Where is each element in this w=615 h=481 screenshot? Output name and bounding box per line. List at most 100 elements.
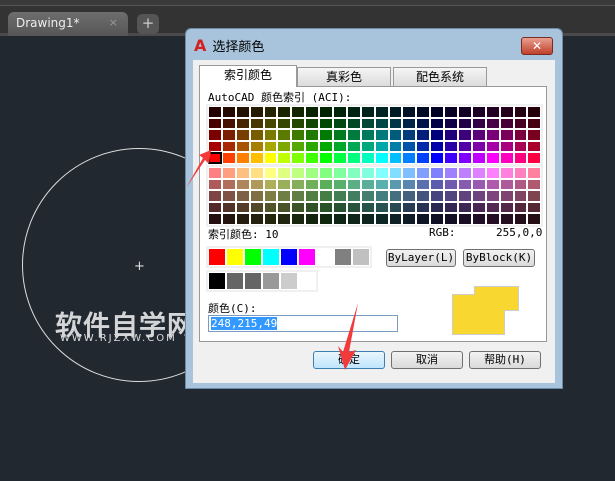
color-swatch[interactable] [513, 213, 528, 225]
color-swatch[interactable] [333, 201, 347, 214]
color-swatch[interactable] [499, 129, 514, 141]
color-swatch[interactable] [458, 190, 472, 202]
color-swatch[interactable] [221, 106, 236, 118]
color-swatch[interactable] [402, 117, 417, 130]
color-swatch[interactable] [402, 167, 417, 179]
color-swatch[interactable] [416, 167, 431, 179]
color-swatch[interactable] [263, 152, 278, 164]
color-swatch[interactable] [430, 140, 445, 153]
color-swatch[interactable] [262, 272, 280, 290]
color-swatch[interactable] [235, 152, 250, 164]
color-swatch[interactable] [430, 201, 445, 214]
color-swatch[interactable] [513, 167, 528, 179]
color-swatch[interactable] [277, 167, 292, 179]
color-swatch[interactable] [374, 117, 389, 130]
color-swatch[interactable] [430, 178, 445, 191]
color-swatch[interactable] [333, 178, 347, 191]
color-swatch[interactable] [346, 106, 361, 118]
tab-index-color[interactable]: 索引颜色 [199, 65, 297, 87]
color-swatch[interactable] [471, 117, 486, 130]
color-swatch[interactable] [402, 178, 417, 191]
color-swatch[interactable] [388, 117, 403, 130]
color-swatch[interactable] [291, 190, 306, 202]
color-swatch[interactable] [471, 167, 486, 179]
color-swatch[interactable] [374, 190, 389, 202]
color-swatch[interactable] [485, 178, 500, 191]
color-swatch[interactable] [374, 152, 389, 164]
color-swatch[interactable] [333, 140, 347, 153]
color-swatch[interactable] [333, 106, 347, 118]
color-swatch[interactable] [263, 178, 278, 191]
color-swatch[interactable] [319, 117, 334, 130]
color-swatch[interactable] [291, 106, 306, 118]
color-swatch[interactable] [221, 178, 236, 191]
color-swatch[interactable] [305, 152, 320, 164]
color-swatch[interactable] [444, 201, 459, 214]
color-swatch[interactable] [277, 201, 292, 214]
color-swatch[interactable] [346, 213, 361, 225]
color-swatch[interactable] [499, 201, 514, 214]
color-swatch[interactable] [305, 117, 320, 130]
color-swatch[interactable] [485, 167, 500, 179]
color-swatch[interactable] [262, 248, 280, 266]
color-swatch[interactable] [444, 167, 459, 179]
color-swatch[interactable] [458, 213, 472, 225]
color-swatch[interactable] [291, 213, 306, 225]
color-swatch[interactable] [249, 106, 264, 118]
color-swatch[interactable] [499, 152, 514, 164]
color-swatch[interactable] [346, 167, 361, 179]
color-swatch[interactable] [499, 140, 514, 153]
color-swatch[interactable] [527, 167, 542, 179]
tab-true-color[interactable]: 真彩色 [297, 67, 391, 86]
color-swatch[interactable] [263, 106, 278, 118]
color-swatch[interactable] [416, 152, 431, 164]
color-swatch[interactable] [333, 152, 347, 164]
color-swatch[interactable] [277, 178, 292, 191]
color-swatch[interactable] [305, 140, 320, 153]
color-swatch[interactable] [319, 140, 334, 153]
color-swatch[interactable] [280, 248, 298, 266]
color-swatch[interactable] [485, 106, 500, 118]
color-swatch[interactable] [402, 140, 417, 153]
color-swatch[interactable] [277, 213, 292, 225]
color-swatch[interactable] [305, 129, 320, 141]
close-tab-icon[interactable]: × [109, 16, 118, 29]
color-swatch[interactable] [291, 117, 306, 130]
color-swatch[interactable] [263, 213, 278, 225]
color-swatch[interactable] [388, 201, 403, 214]
color-swatch[interactable] [346, 140, 361, 153]
color-swatch[interactable] [208, 248, 226, 266]
color-swatch[interactable] [208, 190, 222, 202]
color-swatch[interactable] [430, 117, 445, 130]
color-swatch[interactable] [388, 190, 403, 202]
color-swatch[interactable] [319, 201, 334, 214]
color-swatch[interactable] [527, 201, 542, 214]
color-swatch[interactable] [249, 190, 264, 202]
color-swatch[interactable] [319, 106, 334, 118]
color-swatch[interactable] [458, 167, 472, 179]
color-swatch[interactable] [305, 213, 320, 225]
color-swatch[interactable] [485, 140, 500, 153]
color-swatch[interactable] [513, 152, 528, 164]
color-swatch[interactable] [235, 190, 250, 202]
color-swatch[interactable] [499, 190, 514, 202]
color-swatch[interactable] [291, 152, 306, 164]
color-swatch[interactable] [208, 117, 222, 130]
color-swatch[interactable] [471, 190, 486, 202]
color-swatch[interactable] [416, 140, 431, 153]
color-swatch[interactable] [319, 152, 334, 164]
color-swatch[interactable] [374, 106, 389, 118]
color-swatch[interactable] [430, 213, 445, 225]
color-swatch[interactable] [333, 190, 347, 202]
color-swatch[interactable] [388, 152, 403, 164]
color-swatch[interactable] [527, 213, 542, 225]
color-swatch[interactable] [249, 152, 264, 164]
close-button[interactable]: ✕ [521, 37, 553, 55]
aci-palette-bottom[interactable] [206, 165, 544, 227]
color-swatch[interactable] [263, 140, 278, 153]
color-swatch[interactable] [416, 201, 431, 214]
color-swatch[interactable] [430, 167, 445, 179]
color-swatch[interactable] [346, 178, 361, 191]
color-swatch[interactable] [235, 201, 250, 214]
color-swatch[interactable] [360, 152, 375, 164]
